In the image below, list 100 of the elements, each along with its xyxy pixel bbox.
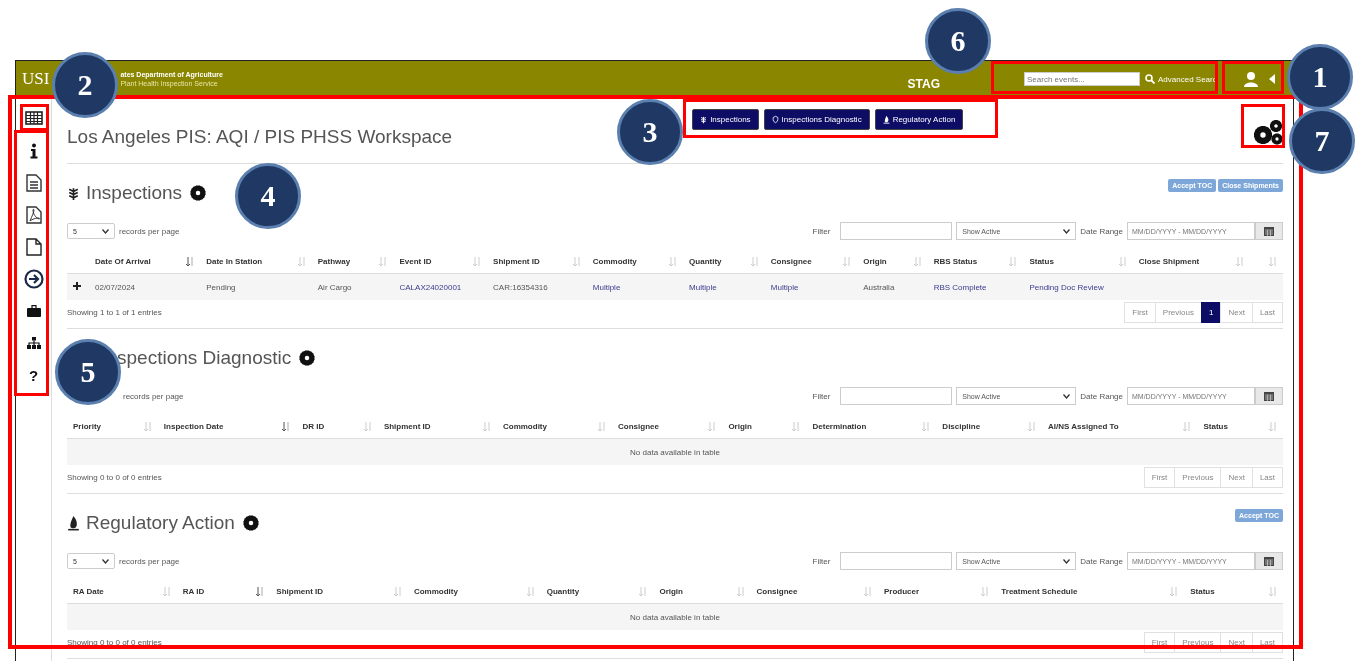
document-icon[interactable] bbox=[25, 174, 42, 192]
sort-icon[interactable] bbox=[792, 422, 801, 431]
sort-ascending-icon[interactable] bbox=[282, 422, 291, 431]
chevron-icon bbox=[1063, 228, 1071, 234]
sort-icon[interactable] bbox=[482, 422, 491, 431]
sort-icon[interactable] bbox=[473, 257, 482, 266]
column-header[interactable]: Shipment ID bbox=[276, 587, 323, 596]
nav-button[interactable]: Regulatory Action bbox=[874, 109, 964, 130]
column-header[interactable]: Priority bbox=[73, 422, 101, 431]
sort-icon[interactable] bbox=[1118, 257, 1127, 266]
column-header[interactable]: Date In Station bbox=[206, 257, 263, 266]
column-header[interactable]: DR ID bbox=[302, 422, 325, 431]
sort-ascending-icon[interactable] bbox=[186, 257, 195, 266]
column-header[interactable]: Date Of Arrival bbox=[95, 257, 151, 266]
column-header[interactable]: Quantity bbox=[546, 587, 580, 596]
table-link[interactable]: Multiple bbox=[592, 282, 621, 292]
sort-icon[interactable] bbox=[598, 422, 606, 431]
page-button[interactable]: Previous bbox=[1154, 301, 1202, 323]
page-button[interactable]: Last bbox=[1251, 301, 1283, 323]
info-icon[interactable] bbox=[29, 143, 38, 159]
sort-icon[interactable] bbox=[379, 257, 388, 266]
column-header[interactable]: Origin bbox=[659, 587, 683, 596]
filter-field[interactable] bbox=[840, 387, 953, 405]
column-header[interactable]: Inspection Date bbox=[163, 422, 224, 431]
sort-icon[interactable] bbox=[669, 257, 678, 266]
column-header[interactable]: Commodity bbox=[592, 257, 637, 266]
sort-icon[interactable] bbox=[1028, 422, 1036, 431]
calendar-button[interactable] bbox=[1255, 552, 1283, 570]
sort-icon[interactable] bbox=[922, 422, 931, 431]
column-header[interactable]: Commodity bbox=[502, 422, 547, 431]
column-header[interactable]: RA Date bbox=[73, 587, 104, 596]
filter-field[interactable] bbox=[840, 552, 953, 570]
sort-icon[interactable] bbox=[297, 257, 306, 266]
column-header[interactable]: RBS Status bbox=[933, 257, 978, 266]
sort-icon[interactable] bbox=[1269, 422, 1277, 431]
arrow-circle-icon[interactable] bbox=[23, 269, 44, 289]
sort-icon[interactable] bbox=[143, 422, 152, 431]
column-header[interactable]: Determination bbox=[812, 422, 867, 431]
sort-icon[interactable] bbox=[1235, 257, 1244, 266]
sort-icon[interactable] bbox=[1009, 257, 1018, 266]
column-header[interactable]: Consignee bbox=[618, 422, 659, 431]
page-button[interactable]: Next bbox=[1220, 301, 1253, 323]
column-header[interactable]: Event ID bbox=[399, 257, 432, 266]
table-link[interactable]: Multiple bbox=[689, 282, 717, 292]
column-header[interactable]: Pathway bbox=[317, 257, 351, 266]
nav-button[interactable]: Inspections Diagnostic bbox=[763, 109, 870, 130]
plus-icon[interactable] bbox=[73, 282, 81, 290]
nav-button[interactable]: Inspections bbox=[692, 109, 759, 130]
column-header[interactable]: Close Shipment bbox=[1138, 257, 1200, 266]
sort-icon[interactable] bbox=[750, 257, 759, 266]
column-header[interactable]: Consignee bbox=[756, 587, 798, 596]
sort-icon[interactable] bbox=[981, 587, 990, 596]
sort-icon[interactable] bbox=[913, 257, 922, 266]
sort-icon[interactable] bbox=[843, 257, 852, 266]
sort-icon[interactable] bbox=[708, 422, 717, 431]
calendar-button[interactable] bbox=[1255, 387, 1283, 405]
column-header[interactable]: Discipline bbox=[942, 422, 981, 431]
column-header[interactable]: Shipment ID bbox=[383, 422, 431, 431]
sort-icon[interactable] bbox=[572, 257, 581, 266]
search-field[interactable]: Search events... bbox=[1024, 72, 1140, 86]
sort-icon[interactable] bbox=[526, 587, 535, 596]
column-header[interactable]: Status bbox=[1029, 257, 1054, 266]
page-button[interactable]: Previous bbox=[1174, 466, 1222, 488]
sort-icon[interactable] bbox=[162, 587, 171, 596]
column-header[interactable]: Origin bbox=[728, 422, 752, 431]
page-button[interactable]: First bbox=[1124, 301, 1156, 323]
column-header[interactable]: Treatment Schedule bbox=[1001, 587, 1078, 596]
column-header[interactable]: Shipment ID bbox=[493, 257, 540, 266]
page-button[interactable]: Last bbox=[1251, 466, 1283, 488]
help-icon[interactable]: ? bbox=[28, 366, 39, 384]
briefcase-icon[interactable] bbox=[26, 305, 41, 317]
column-header[interactable]: Commodity bbox=[413, 587, 458, 596]
sitemap-icon[interactable] bbox=[26, 337, 41, 349]
sort-icon[interactable] bbox=[736, 587, 745, 596]
sort-icon[interactable] bbox=[1170, 587, 1179, 596]
sort-ascending-icon[interactable] bbox=[256, 587, 265, 596]
page-button[interactable]: First bbox=[1143, 466, 1176, 488]
sort-icon[interactable] bbox=[864, 587, 872, 596]
sort-icon[interactable] bbox=[1269, 257, 1277, 266]
sort-icon[interactable] bbox=[393, 587, 402, 596]
column-header[interactable]: AI/NS Assigned To bbox=[1048, 422, 1119, 431]
column-header[interactable]: Status bbox=[1203, 422, 1228, 431]
column-header[interactable]: Origin bbox=[863, 257, 887, 266]
column-header[interactable]: RA ID bbox=[182, 587, 205, 596]
table-link[interactable]: Multiple bbox=[770, 282, 799, 292]
column-header[interactable]: Consignee bbox=[770, 257, 812, 266]
sort-icon[interactable] bbox=[1269, 587, 1277, 596]
page-button[interactable]: Next bbox=[1220, 466, 1253, 488]
column-header[interactable]: Quantity bbox=[689, 257, 722, 266]
sort-icon[interactable] bbox=[1183, 422, 1192, 431]
sort-icon[interactable] bbox=[363, 422, 372, 431]
calendar-button[interactable] bbox=[1255, 222, 1283, 240]
file-icon[interactable] bbox=[25, 238, 42, 256]
column-header[interactable]: Producer bbox=[884, 587, 920, 596]
pdf-file-icon[interactable] bbox=[25, 206, 42, 224]
table-icon[interactable] bbox=[24, 111, 43, 125]
sort-icon[interactable] bbox=[639, 587, 648, 596]
entries-info: Showing 0 to 0 of 0 entries bbox=[67, 472, 162, 482]
filter-field[interactable] bbox=[840, 222, 953, 240]
column-header[interactable]: Status bbox=[1190, 587, 1215, 596]
